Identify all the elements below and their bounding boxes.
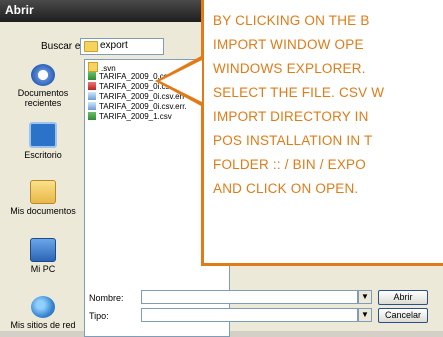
callout-pointer-fill (160, 60, 202, 102)
csv-file-icon (88, 72, 96, 80)
places-bar: Documentos recientes Escritorio Mis docu… (2, 58, 84, 331)
folder-icon (88, 62, 98, 72)
callout-line: POS INSTALLATION IN T (213, 133, 373, 148)
file-name-label: Nombre: (89, 293, 124, 303)
csv-file-icon (88, 82, 96, 90)
chevron-down-icon[interactable]: ▼ (358, 290, 372, 304)
look-in-value: export (100, 40, 128, 51)
csv-file-icon (88, 112, 96, 120)
cancel-button[interactable]: Cancelar (378, 308, 428, 323)
callout-line: BY CLICKING ON THE B (213, 13, 370, 28)
my-computer-icon (30, 238, 56, 262)
place-label: Mi PC (30, 264, 56, 274)
look-in-dropdown[interactable]: export (80, 38, 164, 55)
open-button[interactable]: Abrir (378, 290, 428, 305)
place-label: Escritorio (24, 150, 62, 160)
instruction-callout: BY CLICKING ON THE B IMPORT WINDOW OPE W… (201, 0, 443, 266)
document-file-icon (88, 102, 96, 110)
file-type-label: Tipo: (89, 311, 109, 321)
folder-icon (84, 41, 98, 52)
callout-line: SELECT THE FILE. CSV W (213, 85, 385, 100)
place-my-documents[interactable]: Mis documentos (2, 180, 84, 216)
chevron-down-icon[interactable]: ▼ (358, 308, 372, 322)
place-label: Documentos recientes (17, 88, 69, 108)
callout-line: IMPORT WINDOW OPE (213, 37, 364, 52)
callout-line: AND CLICK ON OPEN. (213, 181, 359, 196)
desktop-icon (29, 122, 57, 148)
callout-text: BY CLICKING ON THE B IMPORT WINDOW OPE W… (213, 9, 443, 201)
document-file-icon (88, 92, 96, 100)
callout-line: WINDOWS EXPLORER. (213, 61, 366, 76)
network-places-icon (31, 296, 55, 318)
recent-documents-icon (31, 64, 55, 86)
callout-line: IMPORT DIRECTORY IN (213, 109, 369, 124)
place-label: Mis sitios de red (10, 320, 76, 330)
place-label: Mis documentos (10, 206, 76, 216)
list-item[interactable]: .svn (88, 62, 116, 73)
list-item[interactable]: TARIFA_2009_1.csv (88, 112, 172, 122)
my-documents-icon (30, 180, 56, 204)
place-recent-documents[interactable]: Documentos recientes (2, 64, 84, 108)
window-title: Abrir (5, 3, 34, 17)
callout-line: FOLDER :: / BIN / EXPO (213, 157, 366, 172)
file-type-select[interactable] (141, 308, 358, 322)
place-network[interactable]: Mis sitios de red (2, 296, 84, 330)
file-name-field[interactable] (141, 290, 358, 304)
place-my-computer[interactable]: Mi PC (2, 238, 84, 274)
place-desktop[interactable]: Escritorio (2, 122, 84, 160)
file-name: TARIFA_2009_1.csv (99, 112, 172, 121)
